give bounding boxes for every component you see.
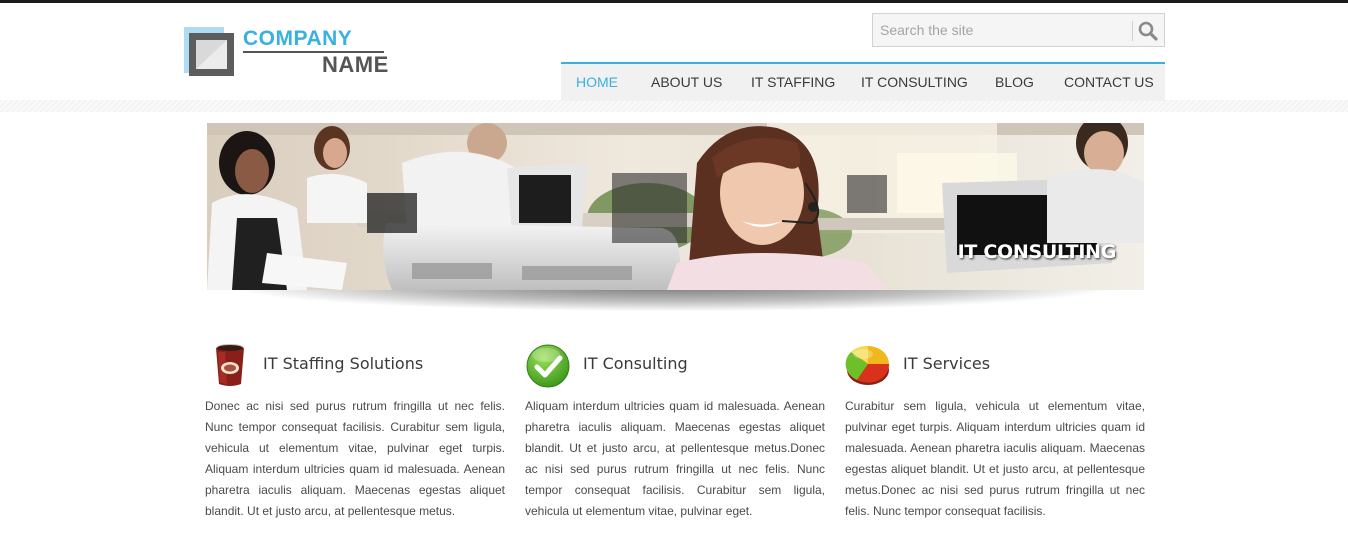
nav-item-it-staffing[interactable]: IT STAFFING bbox=[751, 74, 835, 90]
search-box bbox=[872, 13, 1165, 47]
site-logo[interactable]: COMPANY NAME bbox=[184, 27, 394, 79]
nav-item-blog[interactable]: BLOG bbox=[995, 74, 1034, 90]
coffee-cup-icon bbox=[205, 342, 253, 390]
checkmark-icon bbox=[525, 342, 573, 390]
nav-item-home[interactable]: HOME bbox=[576, 74, 618, 90]
nav-item-it-consulting[interactable]: IT CONSULTING bbox=[861, 74, 968, 90]
search-divider bbox=[1132, 21, 1133, 41]
header-band bbox=[0, 100, 1348, 112]
nav-item-contact-us[interactable]: CONTACT US bbox=[1064, 74, 1154, 90]
feature-text: Donec ac nisi sed purus rutrum fringilla… bbox=[205, 399, 505, 518]
logo-name-text: NAME bbox=[322, 52, 389, 77]
feature-title: IT Consulting bbox=[583, 354, 688, 373]
search-icon bbox=[1138, 21, 1158, 41]
pie-chart-icon bbox=[845, 342, 893, 390]
logo-mark-icon bbox=[189, 33, 234, 76]
feature-title: IT Staffing Solutions bbox=[263, 354, 424, 373]
feature-text: Aliquam interdum ultricies quam id males… bbox=[525, 399, 825, 518]
banner-caption: IT CONSULTING bbox=[957, 241, 1117, 263]
logo-company-text: COMPANY bbox=[243, 27, 353, 50]
top-bar bbox=[0, 0, 1348, 3]
search-input[interactable] bbox=[873, 14, 1131, 46]
feature-text: Curabitur sem ligula, vehicula ut elemen… bbox=[845, 399, 1145, 518]
office-photo bbox=[207, 123, 1144, 290]
main-nav: HOME ABOUT US IT STAFFING IT CONSULTING … bbox=[561, 62, 1165, 101]
nav-item-about-us[interactable]: ABOUT US bbox=[651, 74, 722, 90]
feature-title: IT Services bbox=[903, 354, 991, 373]
hero-banner[interactable]: IT CONSULTING bbox=[207, 123, 1144, 290]
search-button[interactable] bbox=[1135, 18, 1161, 44]
